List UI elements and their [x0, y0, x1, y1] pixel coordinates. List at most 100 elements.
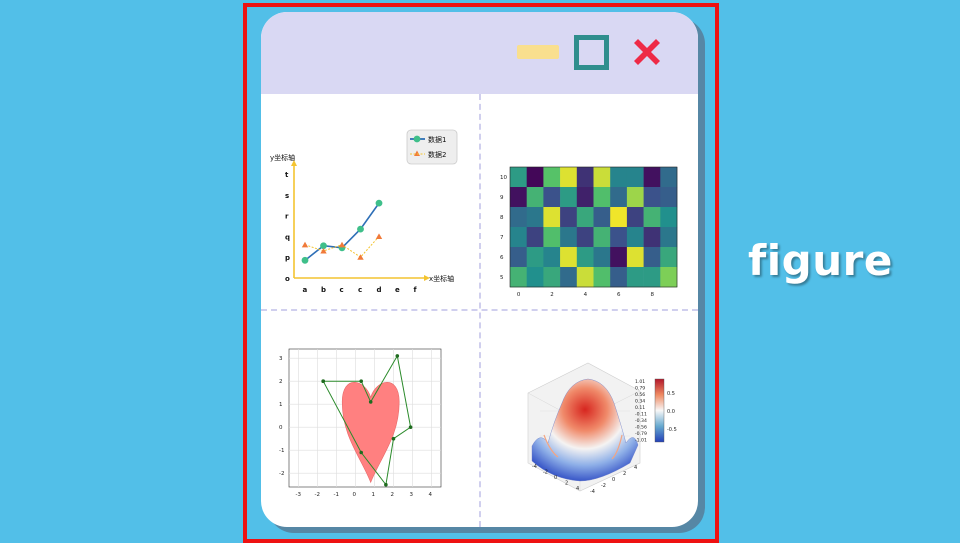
heatmap-cell [543, 267, 561, 288]
figure-label: figure [748, 236, 893, 285]
close-icon[interactable] [627, 32, 667, 72]
heatmap-x-tick: 0 [517, 292, 521, 298]
line-chart-legend: 数据1 数据2 [406, 129, 458, 165]
heatmap-svg: 5 6 7 8 9 10 0 2 4 6 8 [500, 166, 678, 298]
heatmap-cell [576, 227, 594, 248]
polygon-vertex [395, 354, 400, 358]
heatmap-cell [610, 267, 628, 288]
subplot-3d-surface: 1.01 0.79 0.56 0.34 0.11 -0.11 -0.34 -0.56 -0.79… [480, 311, 698, 527]
line-chart-xlabel: x坐标轴 [429, 274, 454, 283]
heatmap-cell [660, 207, 678, 228]
heatmap-y-tick: 10 [500, 175, 507, 181]
y-tick-label: -2 [279, 471, 284, 477]
y-tick-label: -1 [279, 448, 284, 454]
heatmap-cell [543, 227, 561, 248]
series-1-point [301, 256, 309, 264]
heatmap-cell [543, 167, 561, 188]
heatmap-cell [526, 167, 544, 188]
heatmap-cell [510, 207, 527, 228]
series-1-point [375, 199, 383, 207]
polygon-vertex [359, 379, 363, 383]
heatmap-cell [610, 167, 628, 188]
heatmap-cell [543, 247, 561, 268]
minimize-icon[interactable] [517, 44, 559, 60]
polygon-vertex [384, 482, 388, 487]
polygon-vertex [359, 450, 363, 455]
x-tick-label: f [414, 286, 418, 294]
title-bar[interactable] [261, 12, 698, 94]
polygon-vertex [321, 379, 325, 383]
y-tick-label: o [285, 275, 290, 283]
heatmap-y-tick: 9 [500, 195, 504, 201]
heatmap-cell [610, 207, 628, 228]
subplot-heatmap: 5 6 7 8 9 10 0 2 4 6 8 [480, 94, 698, 309]
subplot-heart-polygon: -3 -2 -1 0 1 2 3 4 -2 -1 0 1 2 3 [261, 311, 479, 527]
surface-z-tick: -0.56 [635, 425, 647, 431]
surface-y-tick: -2 [601, 483, 606, 489]
heatmap-cell [643, 167, 661, 188]
heatmap-cell [643, 187, 661, 208]
heatmap-cell [660, 167, 678, 188]
heatmap-cell [510, 187, 527, 208]
heatmap-cell [593, 187, 611, 208]
heatmap-cell [576, 267, 594, 288]
surface-z-tick: 0.79 [635, 386, 645, 392]
x-tick-label: 2 [391, 492, 395, 498]
heatmap-cell [576, 187, 594, 208]
surface-svg: 1.010.790.560.340.11-0.11-0.34-0.56-0.79… [527, 362, 677, 495]
x-tick-label: a [303, 286, 308, 294]
heatmap-y-tick: 5 [500, 275, 504, 281]
heatmap-cell [626, 187, 644, 208]
surface-y-tick: -4 [590, 489, 595, 495]
x-tick-label: -3 [296, 492, 302, 498]
surface-x-tick: -4 [532, 464, 537, 470]
y-tick-label: q [285, 233, 290, 241]
x-tick-label: 1 [372, 492, 376, 498]
heatmap-cell [593, 227, 611, 248]
heatmap-cell [593, 167, 611, 188]
heatmap-cell [526, 267, 544, 288]
colorbar-tick: 0.5 [667, 391, 675, 397]
heatmap-cell [560, 267, 578, 288]
x-tick-label: c [340, 286, 344, 294]
figure-window: y坐标轴 x坐标轴 数据1 数据2 opqrstabccdef 5 6 7 8 9 10 0… [261, 12, 698, 527]
y-tick-label: r [285, 213, 289, 221]
heatmap-cell [560, 187, 578, 208]
series-1-point [357, 225, 364, 233]
subplot-line-chart: y坐标轴 x坐标轴 数据1 数据2 o p q r s t a b c c d e f [261, 94, 479, 309]
y-tick-label: p [285, 254, 290, 262]
x-tick-label: 0 [353, 492, 357, 498]
heatmap-y-tick: 8 [500, 215, 504, 221]
y-tick-label: 2 [279, 379, 283, 385]
x-tick-label: d [377, 286, 382, 294]
x-tick-label: 3 [410, 492, 414, 498]
heatmap-cell [626, 267, 644, 288]
surface-y-tick: 2 [623, 471, 626, 477]
heatmap-cell [593, 267, 611, 288]
heatmap-cell [576, 207, 594, 228]
y-tick-label: 1 [279, 402, 283, 408]
heatmap-cell [643, 207, 661, 228]
polygon-vertex [391, 436, 396, 441]
series-1-line [304, 202, 380, 261]
heatmap-cell [510, 227, 527, 248]
maximize-icon[interactable] [574, 35, 609, 70]
polygon-vertex [408, 425, 413, 429]
heatmap-cell [660, 247, 678, 268]
y-tick-label: 0 [279, 425, 283, 431]
heatmap-x-tick: 4 [584, 292, 588, 298]
heatmap-cell [526, 247, 544, 268]
legend-label: 数据2 [428, 150, 446, 159]
heatmap-cell [626, 167, 644, 188]
line-chart-ylabel: y坐标轴 [270, 153, 295, 162]
surface-y-tick: 4 [634, 465, 637, 471]
heatmap-cell [643, 247, 661, 268]
y-tick-label: 3 [279, 356, 283, 362]
heatmap-cell [576, 167, 594, 188]
heatmap-y-tick: 7 [500, 235, 504, 241]
surface-z-tick: 0.56 [635, 392, 645, 398]
heatmap-cell [560, 227, 578, 248]
x-tick-label: b [321, 286, 326, 294]
heatmap-cell [626, 207, 644, 228]
series-2-point [375, 233, 383, 239]
